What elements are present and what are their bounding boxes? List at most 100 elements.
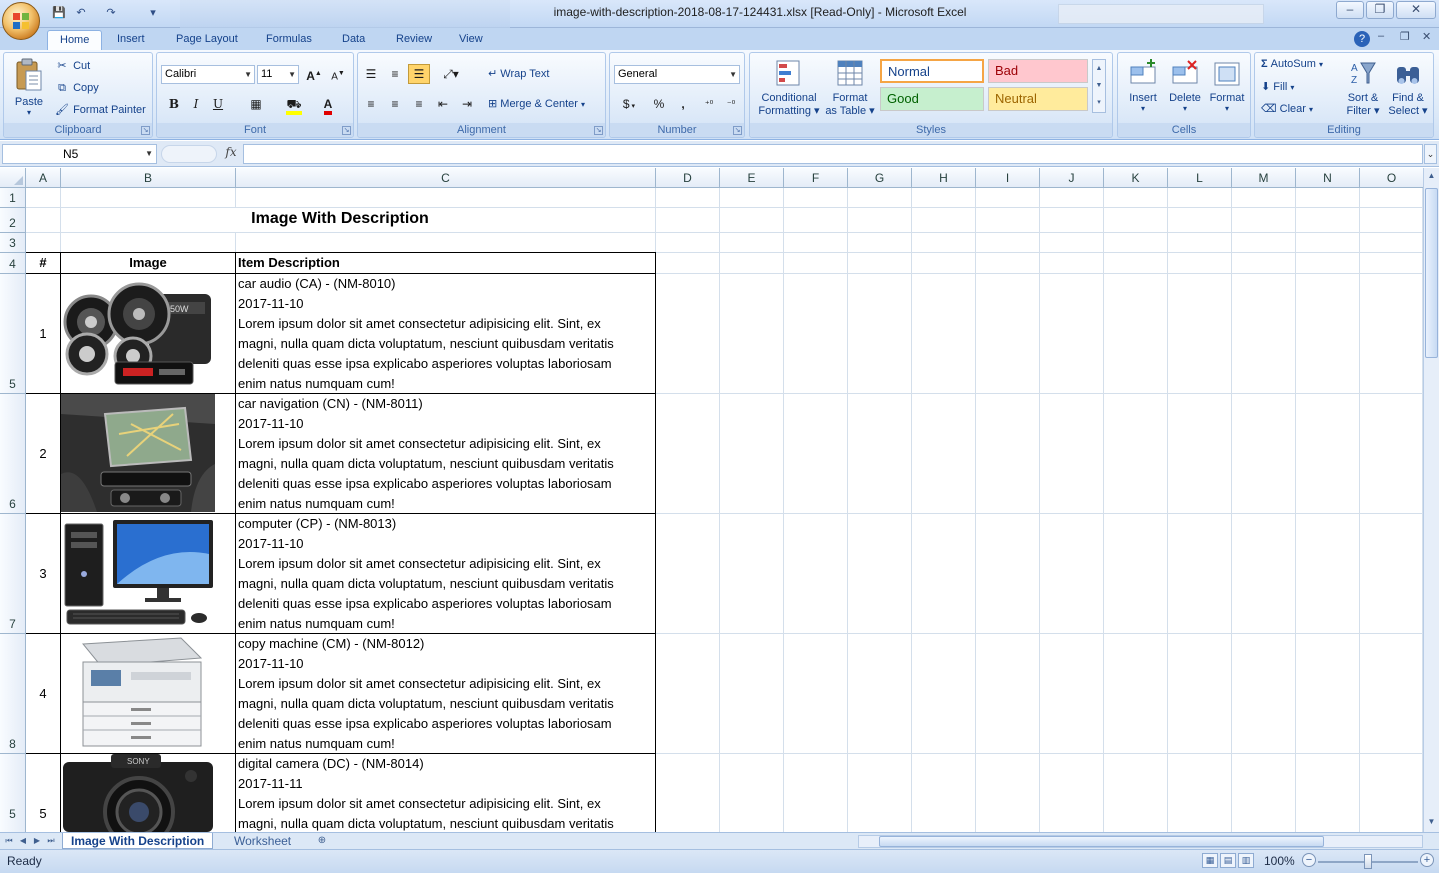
zoom-level[interactable]: 100% [1264, 854, 1295, 868]
horizontal-scrollbar[interactable] [858, 835, 1423, 848]
style-bad[interactable]: Bad [988, 59, 1088, 83]
item-description-2[interactable]: car navigation (CN) - (NM-8011) 2017-11-… [238, 394, 656, 514]
align-right-button[interactable]: ≡ [408, 94, 430, 114]
prev-sheet-icon[interactable]: ◀ [17, 834, 29, 848]
row-header-1[interactable]: 1 [0, 188, 26, 208]
tab-home[interactable]: Home [47, 30, 103, 50]
minimize-button[interactable]: – [1336, 1, 1364, 19]
currency-button[interactable]: $ ▾ [614, 94, 644, 114]
column-header-f[interactable]: F [784, 168, 848, 188]
column-header-c[interactable]: C [236, 168, 656, 188]
horizontal-scroll-thumb[interactable] [879, 836, 1324, 847]
item-description-3[interactable]: computer (CP) - (NM-8013) 2017-11-10 Lor… [238, 514, 656, 634]
redo-icon[interactable]: ↷ [104, 6, 118, 20]
car-navigation-image[interactable] [61, 394, 215, 512]
underline-button[interactable]: U [207, 94, 229, 114]
fill-color-button[interactable]: ⛟ [283, 94, 305, 115]
tab-review[interactable]: Review [384, 30, 444, 50]
row-header-8[interactable]: 8 [0, 634, 26, 754]
styles-scroll[interactable]: ▲ ▼ ▾ [1092, 59, 1106, 113]
tab-page-layout[interactable]: Page Layout [164, 30, 250, 50]
column-header-d[interactable]: D [656, 168, 720, 188]
page-break-view-icon[interactable]: ▥ [1238, 853, 1254, 868]
column-header-g[interactable]: G [848, 168, 912, 188]
customize-qat-icon[interactable]: ▾ [146, 6, 160, 20]
insert-sheet-icon[interactable]: ⊕ [312, 834, 332, 848]
row-header-4[interactable]: 4 [0, 253, 26, 274]
bold-button[interactable]: B [163, 94, 185, 114]
column-header-b[interactable]: B [61, 168, 236, 188]
sort-filter-button[interactable]: A Z Sort & Filter ▾ [1341, 55, 1385, 123]
zoom-out-icon[interactable]: − [1302, 853, 1316, 867]
insert-cells-button[interactable]: Insert ▾ [1122, 55, 1164, 123]
help-icon[interactable]: ? [1354, 31, 1370, 47]
page-layout-view-icon[interactable]: ▤ [1220, 853, 1236, 868]
zoom-slider-knob[interactable] [1364, 854, 1372, 869]
percent-button[interactable]: % [648, 94, 670, 114]
fill-button[interactable]: ⬇ Fill ▾ [1261, 80, 1294, 93]
paste-dropdown-icon[interactable]: ▾ [8, 108, 50, 117]
increase-decimal-icon[interactable]: ⁺⁰ [698, 94, 720, 114]
borders-button[interactable]: ▦ [245, 94, 267, 114]
align-top-button[interactable]: ☰ [360, 64, 382, 84]
column-header-m[interactable]: M [1232, 168, 1296, 188]
row-header-6[interactable]: 6 [0, 394, 26, 514]
office-button[interactable] [2, 2, 40, 40]
style-good[interactable]: Good [880, 87, 984, 111]
first-sheet-icon[interactable]: ⏮ [3, 834, 15, 848]
row-header-2[interactable]: 2 [0, 208, 26, 233]
vertical-scroll-thumb[interactable] [1425, 188, 1438, 358]
align-middle-button[interactable]: ≡ [384, 64, 406, 84]
column-header-n[interactable]: N [1296, 168, 1360, 188]
align-bottom-button[interactable]: ☰ [408, 64, 430, 84]
column-header-a[interactable]: A [26, 168, 61, 188]
formula-bar-splitter[interactable] [161, 145, 217, 163]
column-header-o[interactable]: O [1360, 168, 1423, 188]
worksheet-grid[interactable]: A B C D E F G H I J K L M N O 1 2 3 4 5 … [0, 168, 1423, 832]
copy-button[interactable]: ⧉ Copy [54, 80, 99, 96]
merge-center-button[interactable]: ⊞ Merge & Center ▾ [488, 97, 585, 110]
align-center-button[interactable]: ≡ [384, 94, 406, 114]
clear-button[interactable]: ⌫ Clear ▾ [1261, 102, 1313, 115]
computer-image[interactable] [61, 514, 215, 632]
name-box[interactable]: N5 ▼ [2, 144, 157, 164]
sheet-tab-worksheet[interactable]: Worksheet [226, 833, 299, 849]
copy-machine-image[interactable] [61, 634, 215, 752]
format-as-table-button[interactable]: Format as Table ▾ [824, 55, 876, 123]
comma-button[interactable]: , [672, 94, 694, 114]
digital-camera-image[interactable]: SONY [61, 754, 215, 832]
alignment-launcher-icon[interactable]: ↘ [594, 126, 603, 135]
ribbon-minimize-icon[interactable]: – [1378, 30, 1384, 42]
decrease-indent-button[interactable]: ⇤ [432, 94, 454, 114]
formula-input[interactable] [243, 144, 1423, 164]
car-audio-image[interactable]: 250W [61, 274, 215, 392]
column-header-i[interactable]: I [976, 168, 1040, 188]
format-painter-button[interactable]: 🖌 Format Painter [54, 102, 146, 118]
delete-cells-button[interactable]: Delete ▾ [1164, 55, 1206, 123]
number-launcher-icon[interactable]: ↘ [733, 126, 742, 135]
decrease-decimal-icon[interactable]: ⁻⁰ [720, 94, 742, 114]
zoom-in-icon[interactable]: + [1420, 853, 1434, 867]
style-neutral[interactable]: Neutral [988, 87, 1088, 111]
clipboard-launcher-icon[interactable]: ↘ [141, 126, 150, 135]
insert-function-button[interactable]: fx [222, 145, 240, 163]
ribbon-close-icon[interactable]: ✕ [1422, 30, 1431, 43]
cut-button[interactable]: ✂ Cut [54, 58, 90, 74]
conditional-formatting-button[interactable]: Conditional Formatting ▾ [754, 55, 824, 123]
number-format-combo[interactable]: General ▼ [614, 65, 740, 84]
row-header-5[interactable]: 5 [0, 274, 26, 394]
wrap-text-button[interactable]: ↵ Wrap Text [488, 67, 549, 80]
paste-button[interactable]: Paste ▾ [8, 55, 50, 123]
tab-formulas[interactable]: Formulas [254, 30, 324, 50]
row-header-7[interactable]: 7 [0, 514, 26, 634]
close-button[interactable]: ✕ [1396, 1, 1436, 19]
item-description-4[interactable]: copy machine (CM) - (NM-8012) 2017-11-10… [238, 634, 656, 754]
orientation-button[interactable]: ⤢▾ [436, 64, 466, 84]
font-name-combo[interactable]: Calibri ▼ [161, 65, 255, 84]
normal-view-icon[interactable]: ▦ [1202, 853, 1218, 868]
grow-font-button[interactable]: A▲ [303, 64, 325, 84]
column-header-l[interactable]: L [1168, 168, 1232, 188]
tab-data[interactable]: Data [330, 30, 377, 50]
format-cells-button[interactable]: Format ▾ [1206, 55, 1248, 123]
next-sheet-icon[interactable]: ▶ [31, 834, 43, 848]
